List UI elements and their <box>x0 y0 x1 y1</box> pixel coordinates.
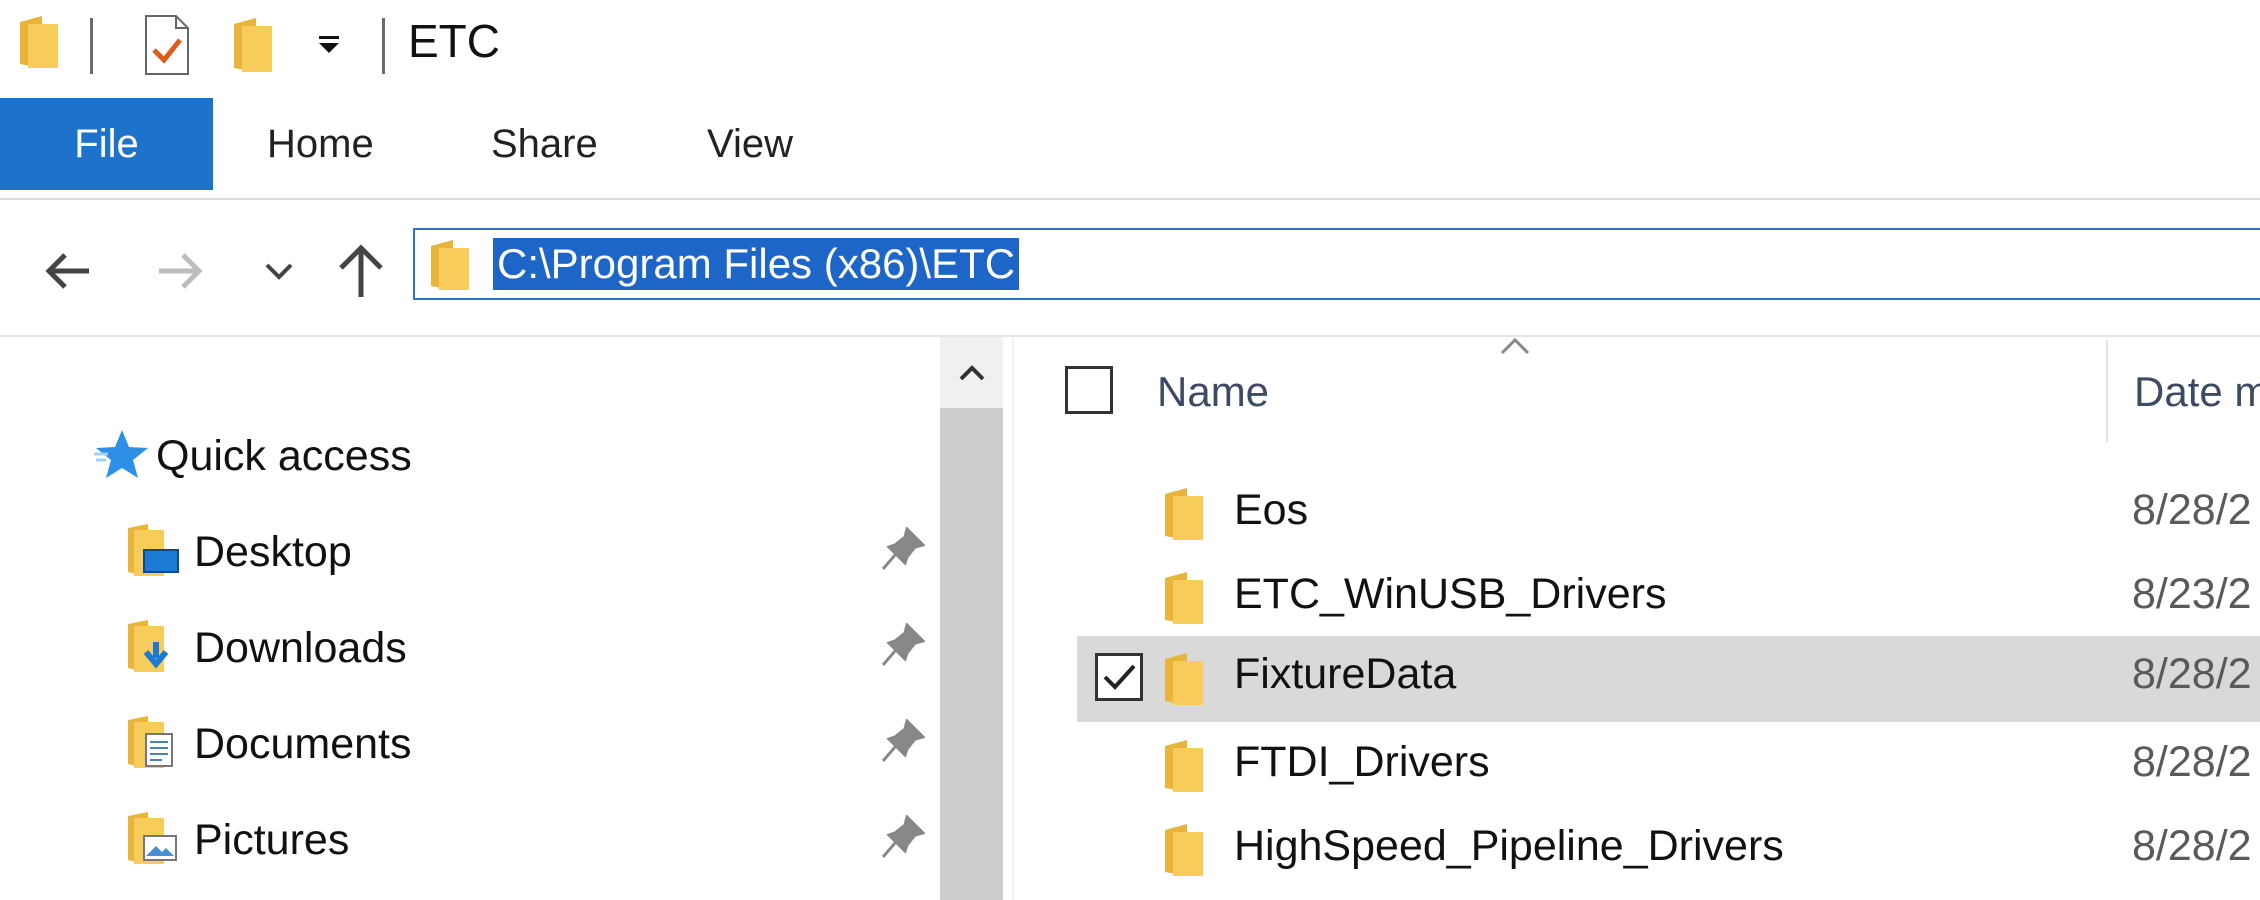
address-bar[interactable]: C:\Program Files (x86)\ETC <box>413 228 2260 300</box>
pin-icon[interactable] <box>881 622 926 672</box>
window-title: ETC <box>408 15 500 67</box>
pin-icon[interactable] <box>881 718 926 768</box>
customize-toolbar-dropdown-icon[interactable] <box>316 34 342 61</box>
up-arrow-icon <box>339 244 383 297</box>
navigation-pane: Quick access Desktop Downloads Documents… <box>0 337 940 900</box>
sidebar-item-label: Downloads <box>194 623 407 672</box>
scroll-up-button[interactable] <box>940 337 1003 408</box>
pane-divider[interactable] <box>1012 337 1014 900</box>
ribbon: File Home Share View <box>0 98 2260 200</box>
folder-icon <box>18 14 60 75</box>
tab-file[interactable]: File <box>0 98 213 190</box>
pin-icon[interactable] <box>881 814 926 864</box>
chevron-up-icon <box>959 364 984 380</box>
chevron-down-icon <box>265 263 293 280</box>
desktop-folder-icon <box>126 522 182 583</box>
navigation-bar: C:\Program Files (x86)\ETC <box>0 200 2260 337</box>
nav-item-downloads[interactable]: Downloads <box>126 603 936 693</box>
nav-item-quick-access[interactable]: Quick access <box>94 411 412 501</box>
nav-item-pictures[interactable]: Pictures <box>126 795 936 885</box>
sort-ascending-icon <box>1500 337 1530 360</box>
nav-item-desktop[interactable]: Desktop <box>126 507 936 597</box>
pin-icon[interactable] <box>881 526 926 576</box>
file-date: 8/23/2 <box>2132 570 2252 618</box>
downloads-folder-icon <box>126 618 182 679</box>
file-name: Eos <box>1234 486 1309 534</box>
folder-icon <box>429 238 471 297</box>
tab-home[interactable]: Home <box>267 98 374 190</box>
properties-icon[interactable] <box>144 14 190 81</box>
forward-arrow-icon <box>159 253 203 289</box>
scrollbar-thumb[interactable] <box>940 408 1003 900</box>
sidebar-item-label: Pictures <box>194 815 350 864</box>
sidebar-item-label: Documents <box>194 719 412 768</box>
column-divider[interactable] <box>2106 340 2108 442</box>
toolbar-separator <box>382 18 385 74</box>
column-header-name[interactable]: Name <box>1157 368 1269 416</box>
tab-share[interactable]: Share <box>491 98 598 190</box>
pictures-folder-icon <box>126 810 182 871</box>
select-all-checkbox[interactable] <box>1065 366 1113 414</box>
tab-view[interactable]: View <box>707 98 793 190</box>
back-arrow-icon <box>45 253 89 289</box>
up-button[interactable] <box>326 236 396 306</box>
list-item[interactable]: HighSpeed_Pipeline_Drivers 8/28/2 <box>1077 808 2260 892</box>
star-icon <box>94 428 150 485</box>
check-icon <box>1103 664 1136 690</box>
title-bar: ETC <box>0 0 2260 96</box>
forward-button[interactable] <box>146 236 216 306</box>
address-path[interactable]: C:\Program Files (x86)\ETC <box>493 238 1020 290</box>
quick-access-label: Quick access <box>156 431 412 480</box>
nav-item-documents[interactable]: Documents <box>126 699 936 789</box>
file-date: 8/28/2 <box>2132 738 2252 786</box>
folder-icon <box>1163 486 1205 547</box>
file-date: 8/28/2 <box>2132 486 2252 534</box>
file-name: FTDI_Drivers <box>1234 738 1490 786</box>
file-date: 8/28/2 <box>2132 650 2252 698</box>
recent-locations-button[interactable] <box>244 236 314 306</box>
folder-icon <box>1163 822 1205 883</box>
toolbar-separator <box>90 18 93 74</box>
row-checkbox-checked[interactable] <box>1095 653 1143 701</box>
file-name: ETC_WinUSB_Drivers <box>1234 570 1667 618</box>
folder-icon <box>1163 738 1205 799</box>
list-item[interactable]: ETC_WinUSB_Drivers 8/23/2 <box>1077 556 2260 640</box>
file-date: 8/28/2 <box>2132 822 2252 870</box>
file-name: HighSpeed_Pipeline_Drivers <box>1234 822 1784 870</box>
back-button[interactable] <box>32 236 102 306</box>
sidebar-item-label: Desktop <box>194 527 352 576</box>
list-item[interactable]: Eos 8/28/2 <box>1077 472 2260 556</box>
column-header-date[interactable]: Date m <box>2134 368 2260 416</box>
folder-icon <box>1163 570 1205 631</box>
new-folder-icon[interactable] <box>232 16 274 79</box>
documents-folder-icon <box>126 714 182 775</box>
folder-icon <box>1163 651 1205 712</box>
list-item[interactable]: FTDI_Drivers 8/28/2 <box>1077 724 2260 808</box>
file-name: FixtureData <box>1234 650 1457 698</box>
list-item-selected[interactable]: FixtureData 8/28/2 <box>1077 636 2260 722</box>
